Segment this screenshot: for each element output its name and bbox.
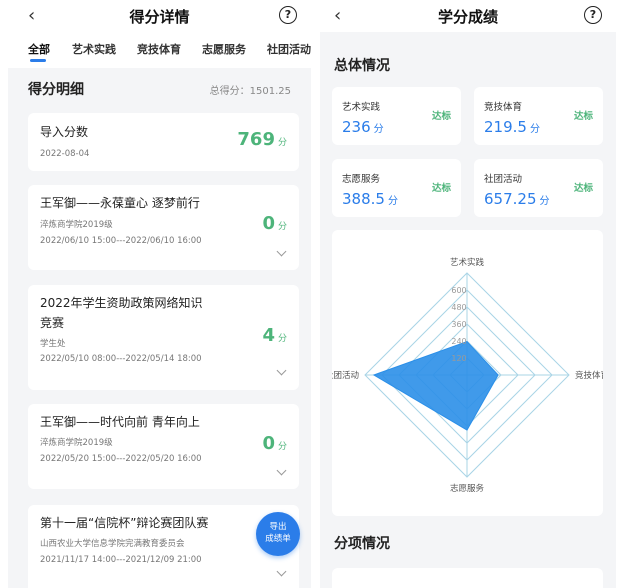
chevron-down-icon[interactable] (276, 365, 287, 376)
radar-tick-label: 120 (451, 354, 466, 363)
radar-tick-label: 480 (451, 303, 466, 312)
card-organizer: 淬炼商学院2019级 (40, 438, 113, 448)
credit-score-screen: ‹ 学分成绩 ? 总体情况 艺术实践 236 分 达标 竞技体育 219.5 分 达… (320, 0, 616, 588)
stat-card-clubs: 社团活动 657.25 分 达标 (474, 159, 603, 217)
radar-axis-label: 志愿服务 (450, 483, 485, 494)
status-badge: 达标 (431, 111, 451, 122)
stat-card-art: 艺术实践 236 分 达标 (332, 87, 461, 145)
stat-name: 社团活动 (484, 174, 523, 185)
score-detail-screen: ‹ 得分详情 ? 全部 艺术实践 竞技体育 志愿服务 社团活动 得分明细 总得分… (8, 0, 311, 588)
score-card[interactable]: 王军御——永葆童心 逐梦前行 淬炼商学院2019级 2022/06/10 15:… (28, 185, 299, 270)
radar-tick-label: 600 (451, 286, 466, 295)
radar-axis-label: 竞技体育 (575, 370, 603, 381)
detail-card (332, 568, 603, 588)
stat-card-sports: 竞技体育 219.5 分 达标 (474, 87, 603, 145)
chevron-down-icon[interactable] (276, 465, 287, 476)
detail-title: 分项情况 (334, 536, 390, 552)
stat-value: 236 分 (342, 118, 384, 136)
radar-tick-label: 240 (451, 337, 466, 346)
tab-clubs[interactable]: 社团活动 (267, 41, 311, 57)
card-title: 第十一届“信院杯”辩论赛团队赛 (40, 516, 209, 530)
card-date: 2022/06/10 15:00---2022/06/10 16:00 (40, 236, 202, 246)
export-label-line1: 导出 (269, 522, 287, 532)
card-date: 2022/05/10 08:00---2022/05/14 18:00 (40, 354, 202, 364)
card-title-line1: 2022年学生资助政策网络知识 (40, 296, 203, 310)
card-score: 769 分 (237, 129, 287, 150)
stat-value: 219.5 分 (484, 118, 540, 136)
total-score: 总得分：1501.25 (209, 86, 291, 97)
status-badge: 达标 (431, 183, 451, 194)
tab-sports[interactable]: 竞技体育 (137, 41, 181, 57)
radar-chart-card: 120 240 360 480 600 艺术实践竞技体育志愿服务 社团活动 (332, 230, 603, 516)
radar-axis-label: 社团活动 (332, 370, 359, 381)
stat-name: 艺术实践 (342, 102, 381, 113)
tab-art-practice[interactable]: 艺术实践 (72, 41, 116, 57)
card-title: 王军御——时代向前 青年向上 (40, 415, 200, 429)
help-icon[interactable]: ? (279, 6, 297, 24)
card-score: 0分 (262, 433, 287, 454)
card-organizer: 淬炼商学院2019级 (40, 220, 113, 230)
score-card[interactable]: 第十一届“信院杯”辩论赛团队赛 山西农业大学信息学院完满教育委员会 2021/1… (28, 505, 299, 588)
chevron-down-icon[interactable] (276, 246, 287, 257)
card-organizer: 山西农业大学信息学院完满教育委员会 (40, 539, 185, 549)
radar-data-area (372, 340, 499, 431)
tab-all[interactable]: 全部 (28, 41, 50, 57)
page-title: 学分成绩 (437, 8, 498, 26)
stat-name: 竞技体育 (484, 102, 523, 113)
stat-value: 657.25 分 (484, 190, 550, 208)
card-score: 0分 (262, 213, 287, 234)
help-icon[interactable]: ? (584, 6, 602, 24)
radar-axis-label: 艺术实践 (450, 257, 485, 268)
header-bar: ‹ 学分成绩 ? (320, 0, 616, 32)
export-transcript-button[interactable]: 导出 成绩单 (256, 512, 300, 556)
tab-active-indicator (30, 59, 46, 62)
chevron-down-icon[interactable] (276, 566, 287, 577)
tab-volunteer[interactable]: 志愿服务 (202, 41, 246, 57)
status-badge: 达标 (573, 111, 593, 122)
score-card[interactable]: 王军御——时代向前 青年向上 淬炼商学院2019级 2022/05/20 15:… (28, 404, 299, 489)
header-bar: ‹ 得分详情 ? (8, 0, 311, 32)
section-title: 得分明细 (28, 82, 84, 98)
stat-card-volunteer: 志愿服务 388.5 分 达标 (332, 159, 461, 217)
radar-chart: 120 240 360 480 600 艺术实践竞技体育志愿服务 社团活动 (332, 257, 603, 494)
overview-title: 总体情况 (334, 58, 390, 74)
card-score: 4分 (262, 325, 287, 346)
stat-value: 388.5 分 (342, 190, 398, 208)
card-date: 2022/05/20 15:00---2022/05/20 16:00 (40, 454, 202, 464)
score-card[interactable]: 2022年学生资助政策网络知识 竞赛 学生处 2022/05/10 08:00-… (28, 285, 299, 390)
radar-tick-label: 360 (451, 320, 466, 329)
status-badge: 达标 (573, 183, 593, 194)
page-title: 得分详情 (129, 8, 190, 26)
card-organizer: 学生处 (40, 339, 66, 349)
card-title-line2: 竞赛 (40, 316, 65, 330)
card-date: 2022-08-04 (40, 149, 90, 159)
export-label-line2: 成绩单 (265, 534, 291, 544)
category-tabs: 全部 艺术实践 竞技体育 志愿服务 社团活动 (8, 32, 311, 68)
card-title: 导入分数 (40, 125, 89, 139)
card-date: 2021/11/17 14:00---2021/12/09 21:00 (40, 555, 202, 565)
card-title: 王军御——永葆童心 逐梦前行 (40, 196, 200, 210)
stat-name: 志愿服务 (342, 174, 381, 185)
score-card[interactable]: 导入分数 2022-08-04 769 分 (28, 113, 299, 171)
